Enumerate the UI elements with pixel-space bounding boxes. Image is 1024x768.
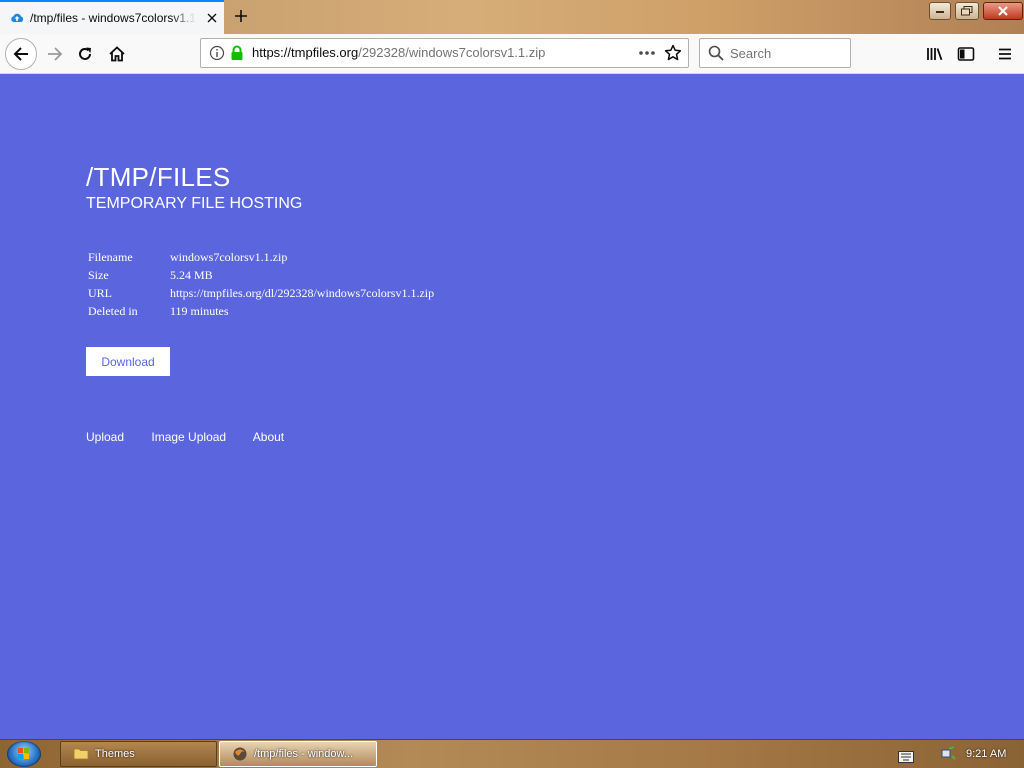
file-info-row: Size 5.24 MB [86,266,436,284]
forward-arrow-icon [48,47,63,61]
browser-tab[interactable]: /tmp/files - windows7colorsv1.1.zip [0,0,224,34]
hamburger-menu-icon [999,48,1011,60]
clock[interactable]: 9:21 AM [966,748,1006,760]
file-info-row: Filename windows7colorsv1.1.zip [86,248,436,266]
file-info-label: Filename [88,249,133,264]
minimize-icon [936,11,944,13]
info-icon[interactable] [209,45,225,61]
library-icon [927,48,943,61]
file-info-row: Deleted in 119 minutes [86,302,436,320]
back-button[interactable] [5,38,37,70]
url-host: https://tmpfiles.org [252,45,359,60]
file-info-label: Size [88,267,109,282]
url-path: /292328/windows7colorsv1.1.zip [358,45,546,60]
search-icon [708,45,724,61]
library-button[interactable] [920,39,950,69]
taskbar-item-browser[interactable]: /tmp/files - window... [219,741,377,767]
file-info-row: URL https://tmpfiles.org/dl/292328/windo… [86,284,436,302]
new-tab-button[interactable] [230,5,252,27]
cloud-upload-icon [10,11,24,25]
search-input[interactable] [730,44,842,62]
sidebar-icon [957,47,975,61]
close-tab-icon[interactable] [204,10,220,26]
window-restore-button[interactable] [955,2,979,20]
taskbar-item-themes[interactable]: Themes [60,741,217,767]
reload-button[interactable] [70,39,100,69]
restore-icon [961,6,973,16]
window-minimize-button[interactable] [929,2,951,20]
page-actions-icon[interactable] [637,44,657,62]
plus-icon [235,10,247,22]
file-info-value: https://tmpfiles.org/dl/292328/windows7c… [170,285,435,300]
browser-toolbar: https://tmpfiles.org/292328/windows7colo… [0,34,1024,74]
taskbar-item-label: Themes [95,748,135,760]
back-arrow-icon [13,47,28,61]
taskbar: Themes /tmp/files - window... 9:21 AM [0,739,1024,768]
network-icon[interactable] [940,746,956,762]
file-info-label: URL [88,285,112,300]
keyboard-icon[interactable] [898,748,914,763]
page-content: /TMP/FILES TEMPORARY FILE HOSTING Filena… [0,74,1024,739]
reload-icon [79,47,91,60]
home-icon [109,46,125,62]
file-info-value: windows7colorsv1.1.zip [170,249,288,264]
folder-icon [73,746,89,762]
close-icon [998,6,1008,16]
forward-button[interactable] [40,39,70,69]
site-subtitle: TEMPORARY FILE HOSTING [86,195,303,212]
download-button[interactable]: Download [86,347,170,376]
browser-titlebar: /tmp/files - windows7colorsv1.1.zip [0,0,1024,34]
site-title: /TMP/FILES [86,162,231,192]
browser-app-icon [232,746,248,762]
tab-title: /tmp/files - windows7colorsv1.1.zip [30,11,196,25]
window-close-button[interactable] [983,2,1023,20]
search-bar[interactable] [699,38,851,68]
sidebar-button[interactable] [951,39,981,69]
file-info-value: 5.24 MB [170,267,213,282]
bookmark-star-icon[interactable] [664,44,684,64]
file-info-label: Deleted in [88,303,138,318]
address-bar[interactable]: https://tmpfiles.org/292328/windows7colo… [200,38,689,68]
nav-link-about[interactable]: About [253,430,284,444]
footer-nav: Upload Image Upload About [86,430,308,444]
file-info-table: Filename windows7colorsv1.1.zip Size 5.2… [86,248,436,320]
nav-link-upload[interactable]: Upload [86,430,124,444]
start-button[interactable] [7,741,41,767]
nav-link-image-upload[interactable]: Image Upload [151,430,226,444]
file-info-value: 119 minutes [170,303,229,318]
windows-logo-icon [18,748,29,759]
lock-icon[interactable] [230,45,244,61]
menu-button[interactable] [990,39,1020,69]
home-button[interactable] [102,39,132,69]
taskbar-item-label: /tmp/files - window... [254,748,354,760]
url-text[interactable]: https://tmpfiles.org/292328/windows7colo… [252,45,545,60]
